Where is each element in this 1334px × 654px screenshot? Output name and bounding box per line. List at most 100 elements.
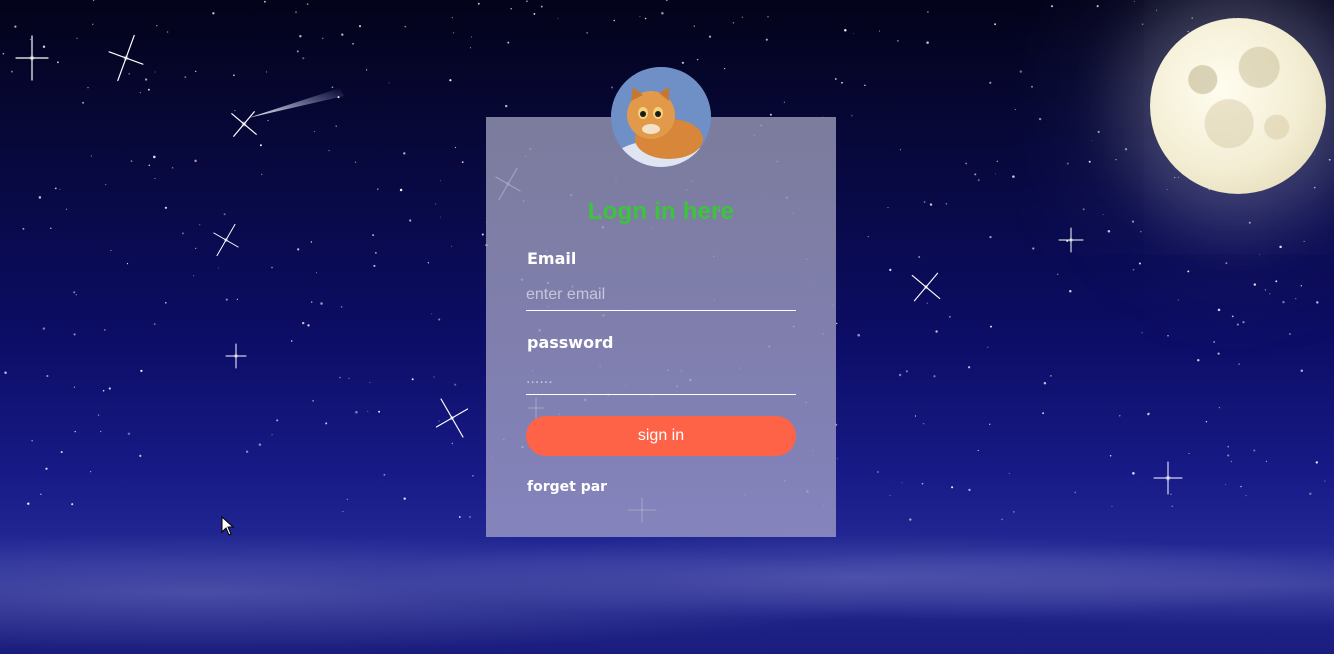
star-dot	[233, 74, 235, 77]
star-dot	[1191, 17, 1193, 19]
star-dot	[990, 325, 992, 328]
star-dot	[995, 173, 997, 175]
sign-in-button[interactable]: sign in	[526, 416, 796, 456]
star-dot	[110, 249, 112, 252]
star-dot	[404, 25, 407, 28]
star-dot	[127, 432, 131, 435]
star-dot	[42, 327, 46, 330]
star-dot	[1038, 117, 1042, 121]
star-dot	[355, 410, 358, 414]
star-dot	[1166, 189, 1168, 191]
star-dot	[302, 57, 305, 60]
star-dot	[1236, 323, 1239, 326]
email-label: Email	[527, 249, 577, 268]
star-dot	[586, 32, 588, 34]
star-dot	[989, 235, 992, 239]
star-dot	[905, 370, 909, 373]
star-dot	[835, 322, 838, 325]
star-dot	[66, 208, 67, 210]
star-dot	[90, 471, 92, 473]
star-dot	[708, 35, 712, 38]
star-dot	[369, 381, 371, 383]
star-dot	[841, 81, 843, 84]
star-dot	[968, 488, 971, 492]
star-dot	[644, 17, 647, 20]
star-dot	[967, 366, 971, 369]
star-dot	[1097, 130, 1100, 133]
star-dot	[74, 430, 76, 433]
forgot-password-link[interactable]: forget par	[527, 479, 607, 495]
star-dot	[1177, 299, 1179, 301]
email-input[interactable]	[526, 280, 796, 311]
star-dot	[661, 12, 664, 15]
password-input[interactable]	[526, 364, 796, 395]
star-dot	[945, 202, 948, 205]
star-dot	[40, 493, 42, 495]
star-dot	[977, 449, 979, 452]
star-dot	[451, 17, 454, 19]
star-dot	[294, 11, 298, 14]
star-dot	[1096, 5, 1099, 8]
star-dot	[199, 224, 201, 226]
star-dot	[10, 70, 13, 73]
star-dot	[335, 125, 337, 127]
star-dot	[194, 159, 197, 163]
star-dot	[1231, 315, 1234, 318]
star-dot	[933, 375, 936, 378]
star-dot	[927, 11, 929, 13]
star-dot	[994, 23, 997, 26]
star-dot	[38, 196, 42, 199]
star-dot	[1315, 461, 1318, 464]
star-dot	[1300, 284, 1303, 287]
star-dot	[510, 8, 512, 10]
star-dot	[104, 329, 106, 331]
star-dot	[31, 440, 33, 442]
star-dot	[267, 119, 269, 122]
star-dot	[1218, 406, 1221, 409]
star-dot	[87, 87, 89, 89]
login-title: Logn in here	[587, 198, 735, 225]
star-dot	[889, 494, 891, 496]
star-dot	[1288, 332, 1291, 335]
star-dot	[126, 262, 129, 265]
star-dot	[1269, 293, 1271, 295]
moon	[1150, 18, 1326, 194]
star-dot	[1131, 220, 1135, 223]
star-dot	[1213, 341, 1215, 343]
star-dot	[1227, 454, 1230, 457]
star-dot	[693, 25, 695, 27]
star-dot	[171, 166, 174, 169]
star-dot	[1012, 175, 1015, 178]
star-dot	[271, 266, 273, 269]
star-dot	[918, 256, 921, 258]
star-dot	[225, 298, 228, 301]
star-dot	[302, 321, 305, 325]
star-dot	[102, 389, 105, 392]
cat-avatar	[611, 67, 711, 167]
star-dot	[844, 28, 847, 32]
star-dot	[261, 173, 263, 175]
star-dot	[1259, 253, 1261, 255]
star-dot	[193, 275, 195, 277]
star-dot	[741, 16, 744, 18]
star-dot	[472, 475, 474, 477]
star-dot	[73, 333, 76, 336]
star-dot	[411, 378, 414, 381]
star-dot	[898, 373, 902, 377]
star-dot	[977, 179, 980, 182]
star-dot	[339, 376, 341, 379]
star-dot	[923, 201, 926, 203]
star-dot	[1008, 472, 1010, 474]
star-dot	[1107, 230, 1111, 233]
star-dot	[383, 473, 386, 476]
star-dot	[1282, 300, 1285, 304]
star-dot	[60, 451, 63, 454]
star-dot	[1295, 298, 1297, 300]
star-dot	[987, 346, 989, 348]
star-dot	[837, 458, 839, 460]
star-dot	[481, 233, 484, 236]
star-dot	[1225, 483, 1227, 485]
star-dot	[878, 30, 881, 32]
star-dot	[540, 5, 543, 8]
star-dot	[375, 252, 377, 254]
